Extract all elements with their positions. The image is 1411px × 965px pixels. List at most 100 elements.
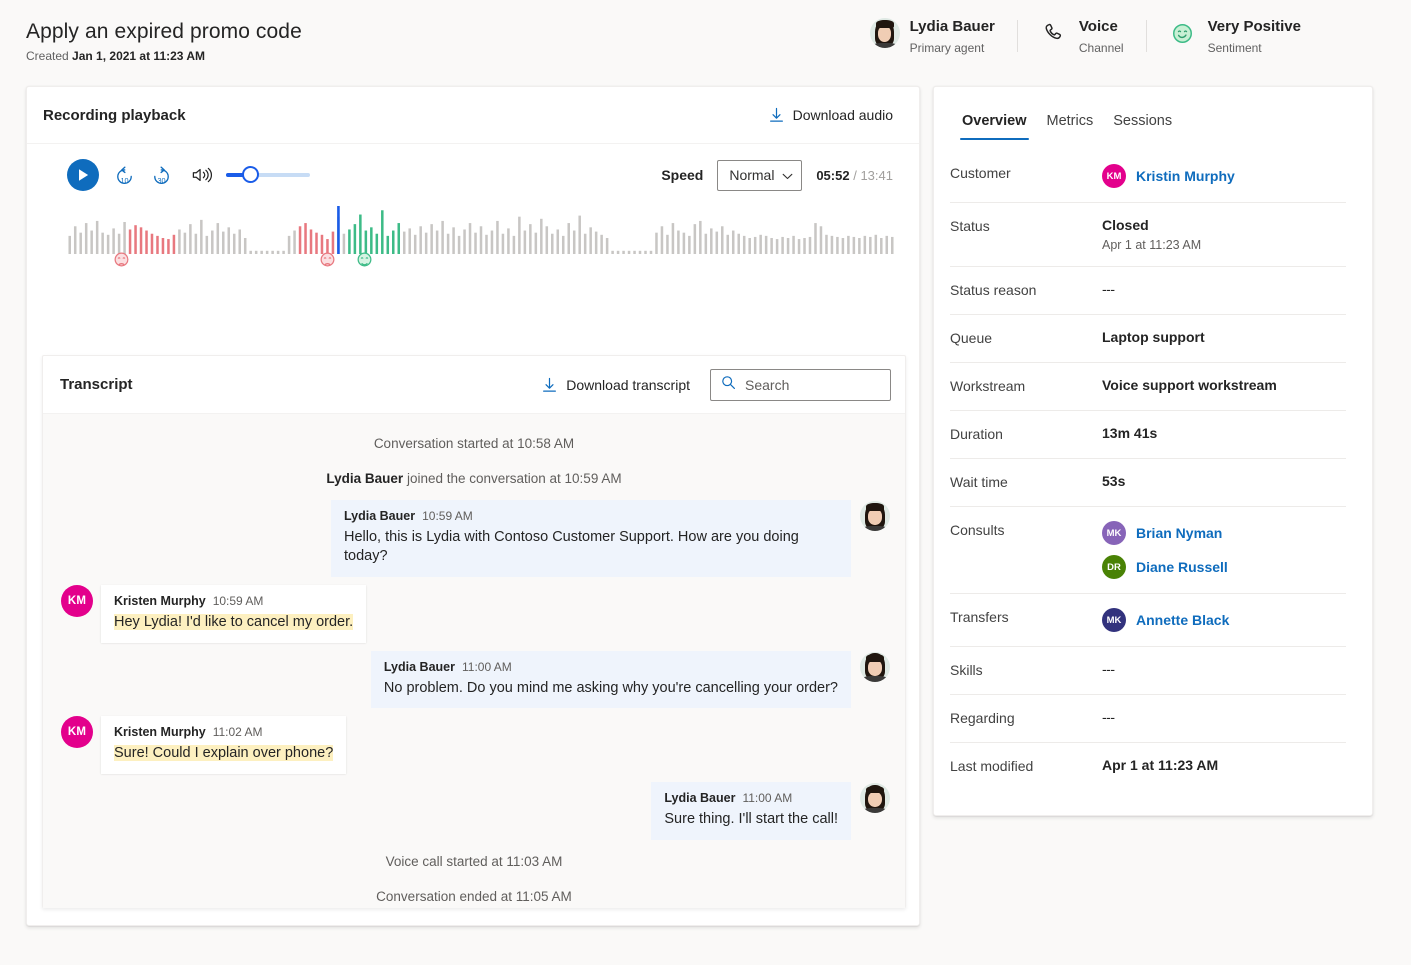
waveform[interactable] [67,206,893,274]
detail-row: Duration13m 41s [950,411,1346,459]
sentiment-marker-positive-icon[interactable] [357,252,372,267]
person-avatar: MK [1102,521,1126,545]
detail-row: Last modifiedApr 1 at 11:23 AM [950,743,1346,791]
volume-thumb[interactable] [242,166,259,183]
page-header: Apply an expired promo code Created Jan … [0,0,1411,84]
detail-label: Status reason [950,281,1102,298]
details-fields: CustomerKMKristin MurphyStatusClosedApr … [934,140,1372,791]
transcript-search[interactable] [710,369,891,401]
current-time: 05:52 [816,168,849,183]
message-text: Hello, this is Lydia with Contoso Custom… [344,528,838,566]
sentiment-marker-negative-icon[interactable] [114,252,129,267]
agent-avatar [859,651,891,683]
sentiment-value: Very Positive [1208,18,1301,37]
page-title: Apply an expired promo code [26,20,302,44]
detail-row: Regarding--- [950,695,1346,743]
download-icon [769,107,784,123]
person-name[interactable]: Kristin Murphy [1136,168,1235,184]
message-bubble: Kristen Murphy10:59 AM Hey Lydia! I'd lik… [101,585,366,643]
detail-value: --- [1102,281,1115,297]
message-text: Sure! Could I explain over phone? [114,744,333,763]
detail-row: CustomerKMKristin Murphy [950,150,1346,203]
detail-row: WorkstreamVoice support workstream [950,363,1346,411]
header-sentiment: Very Positive Sentiment [1146,18,1323,56]
transcript-panel: Transcript Download transcript [42,355,906,908]
search-input[interactable] [745,377,875,393]
agent-name: Lydia Bauer [910,18,995,37]
detail-label: Customer [950,164,1102,181]
channel-value: Voice [1079,18,1124,37]
message-time: 11:00 AM [462,660,512,674]
detail-label: Transfers [950,608,1102,625]
detail-label: Skills [950,661,1102,678]
message-bubble: Lydia Bauer11:00 AMSure thing. I'll star… [651,782,851,840]
tab-overview[interactable]: Overview [956,109,1033,140]
detail-row: QueueLaptop support [950,315,1346,363]
detail-value: 13m 41s [1102,425,1157,441]
person-link[interactable]: MK Brian Nyman [1102,521,1228,545]
agent-avatar [859,500,891,532]
person-name[interactable]: Annette Black [1136,612,1229,628]
system-line-actor: Lydia Bauer [326,471,403,486]
message-bubble: Lydia Bauer10:59 AMHello, this is Lydia … [331,500,851,577]
conversation-detail-page: Apply an expired promo code Created Jan … [0,0,1411,965]
transcript-system-line: Lydia Bauer joined the conversation at 1… [43,461,905,496]
transcript-system-line: Conversation ended at 11:05 AM [43,879,905,908]
person-link[interactable]: MKAnnette Black [1102,608,1229,632]
tab-metrics[interactable]: Metrics [1041,109,1100,140]
rewind-10-button[interactable]: 10 [113,164,136,187]
volume-slider[interactable] [226,166,310,184]
created-timestamp: Created Jan 1, 2021 at 11:23 AM [26,49,302,63]
detail-label: Consults [950,521,1102,538]
person-name[interactable]: Brian Nyman [1136,525,1222,541]
message-text: Hey Lydia! I'd like to cancel my order. [114,613,353,632]
header-primary-agent: Lydia Bauer Primary agent [848,18,1017,56]
download-audio-button[interactable]: Download audio [769,107,893,123]
recording-header: Recording playback Download audio [27,87,919,144]
detail-value: 53s [1102,473,1125,489]
person-link[interactable]: DRDiane Russell [1102,555,1228,579]
waveform-bars[interactable] [67,206,895,254]
time-separator: / [853,168,857,183]
system-line-text: Conversation started at 10:58 AM [374,436,574,451]
speed-select[interactable]: Normal [717,160,802,191]
transcript-body: Conversation started at 10:58 AM Lydia Ba… [43,414,905,908]
message-text: Sure thing. I'll start the call! [664,810,838,829]
volume-icon[interactable] [191,165,212,185]
play-button[interactable] [67,159,99,191]
tab-sessions[interactable]: Sessions [1107,109,1178,140]
sentiment-marker-negative-icon[interactable] [320,252,335,267]
detail-value: Laptop support [1102,329,1205,345]
message-author: Kristen Murphy [114,594,206,608]
message-meta: Kristen Murphy11:02 AM [114,725,333,739]
detail-label: Workstream [950,377,1102,394]
recording-playback-card: Recording playback Download audio 10 [26,86,920,926]
forward-30-button[interactable]: 30 [150,164,173,187]
detail-row: StatusClosedApr 1 at 11:23 AM [950,203,1346,267]
message-bubble: Kristen Murphy11:02 AM Sure! Could I expl… [101,716,346,774]
speed-label: Speed [661,167,703,183]
detail-value: MKAnnette Black [1102,608,1229,632]
detail-label: Wait time [950,473,1102,490]
message-meta: Kristen Murphy10:59 AM [114,594,353,608]
playback-right-controls: Speed Normal 05:52 / 13:41 [661,160,893,191]
agent-avatar [859,782,891,814]
message-time: 11:02 AM [213,725,263,739]
person-link[interactable]: KMKristin Murphy [1102,164,1235,188]
message-text: No problem. Do you mind me asking why yo… [384,679,838,698]
header-channel: Voice Channel [1017,18,1146,56]
customer-avatar: KM [61,716,93,748]
message-time: 10:59 AM [422,509,473,523]
message-bubble: Lydia Bauer11:00 AMNo problem. Do you mi… [371,651,851,709]
transcript-message-agent: Lydia Bauer11:00 AMSure thing. I'll star… [43,778,905,844]
search-icon [721,375,736,395]
person-name[interactable]: Diane Russell [1136,559,1228,575]
transcript-system-line: Voice call started at 11:03 AM [43,844,905,879]
channel-label: Channel [1079,41,1124,56]
total-time: 13:41 [860,168,893,183]
download-transcript-button[interactable]: Download transcript [542,377,690,393]
transcript-title: Transcript [60,376,133,393]
detail-value: --- [1102,661,1115,677]
system-line-text: joined the conversation at 10:59 AM [403,471,621,486]
created-value: Jan 1, 2021 at 11:23 AM [72,49,205,63]
